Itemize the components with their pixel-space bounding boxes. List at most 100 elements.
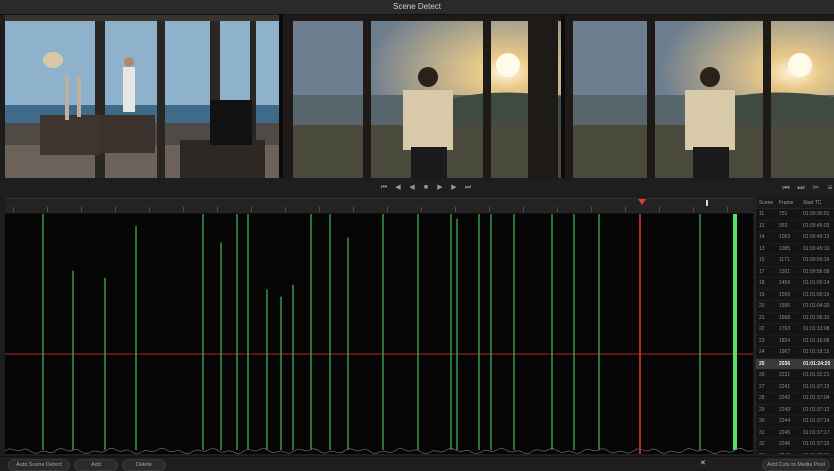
scene-row[interactable]: 20 1556 01:01:04:20 [756, 301, 834, 313]
scene-frame: 953 [779, 222, 788, 229]
play-icon[interactable]: ▶ [434, 182, 446, 194]
scene-number: 19 [759, 291, 765, 298]
scene-frame: 1556 [779, 303, 791, 309]
scene-row[interactable]: 31 2245 01:01:37:17 [756, 428, 834, 439]
scene-start-tc: 01:01:37:14 [803, 418, 830, 424]
scene-row[interactable]: 23 1824 01:01:16:08 [756, 336, 834, 347]
scene-row[interactable]: 13 1085 01:00:45:10 [756, 244, 834, 255]
scene-row[interactable]: 22 1763 01:01:13:08 [756, 324, 834, 336]
ruler-tick [13, 207, 14, 212]
scene-number: 28 [759, 395, 765, 401]
scene-row[interactable]: 27 2241 01:01:37:13 [756, 382, 834, 393]
add-cuts-to-media-pool-button[interactable]: Add Cuts to Media Pool [762, 459, 830, 471]
scene-frame: 1556 [779, 291, 791, 298]
ruler-tick [421, 207, 422, 212]
scene-frame: 751 [779, 211, 788, 217]
viewer [5, 15, 834, 178]
scene-number: 26 [759, 372, 765, 378]
scene-row[interactable]: 25 2036 01:01:24:20 [756, 358, 834, 370]
ruler-tick [285, 207, 286, 212]
scene-row[interactable]: 32 2246 01:01:37:15 [756, 439, 834, 451]
scene-row[interactable]: 19 1556 01:01:00:16 [756, 290, 834, 301]
scene-row[interactable]: 14 1063 01:00:49:13 [756, 232, 834, 244]
ruler-tick [115, 207, 116, 212]
scene-frame: 2246 [779, 441, 791, 447]
scene-start-tc: 01:01:37:04 [803, 395, 830, 401]
scene-row[interactable]: 18 1459 01:01:00:14 [756, 278, 834, 290]
step-forward-icon[interactable]: ▶ [448, 182, 460, 194]
ruler-tick [455, 207, 456, 212]
scene-start-tc: 01:01:24:20 [803, 360, 831, 367]
timeline-ruler[interactable] [5, 198, 753, 214]
next-cut-icon[interactable]: ⏭ [795, 182, 807, 194]
auto-scene-detect-button[interactable]: Auto Scene Detect [8, 459, 70, 471]
scene-start-tc: 01:01:04:20 [803, 303, 830, 309]
scene-detect-window: Scene Detect ⏮ ◀ ◀ ■ ▶ ▶ ⏭ ⏮ ⏭ ✂ ≡ Scene… [0, 0, 834, 471]
ruler-tick [489, 207, 490, 212]
scene-start-tc: 01:00:56:16 [803, 257, 830, 263]
go-to-end-icon[interactable]: ⏭ [462, 182, 474, 194]
ruler-tick [693, 207, 694, 212]
go-to-start-icon[interactable]: ⏮ [378, 182, 390, 194]
scene-frame: 2243 [779, 406, 791, 413]
ruler-tick [217, 207, 218, 212]
scene-start-tc: 01:01:00:14 [803, 280, 830, 286]
scene-frame: 1459 [779, 280, 791, 286]
scene-row[interactable]: 12 953 01:00:46:03 [756, 221, 834, 232]
ruler-tick [727, 207, 728, 212]
scene-start-tc: 01:01:06:10 [803, 314, 830, 321]
menu-icon[interactable]: ≡ [824, 182, 834, 194]
delete-button[interactable]: Delete [122, 459, 166, 471]
step-back-icon[interactable]: ◀ [392, 182, 404, 194]
scene-row[interactable]: 29 2243 01:01:37:12 [756, 405, 834, 416]
scene-row[interactable]: 11 751 01:00:30:01 [756, 209, 834, 221]
scene-row[interactable]: 21 1668 01:01:06:10 [756, 313, 834, 324]
ruler-tick [251, 207, 252, 212]
scene-detect-graph[interactable] [5, 214, 753, 454]
scene-row[interactable]: 26 2231 01:01:32:21 [756, 370, 834, 382]
scene-number: 12 [759, 222, 765, 229]
scene-row[interactable]: 30 2244 01:01:37:14 [756, 416, 834, 428]
ruler-tick [183, 207, 184, 212]
header-frame: Frame [779, 200, 794, 206]
range-marker[interactable] [706, 200, 708, 206]
ruler-tick [659, 207, 660, 212]
scene-row[interactable]: 24 1967 01:01:18:15 [756, 347, 834, 359]
scene-frame: 2244 [779, 418, 791, 424]
playhead-marker[interactable] [638, 199, 646, 205]
ruler-tick [319, 207, 320, 212]
bottom-bar: Auto Scene Detect Add Delete ✕ Add Cuts … [0, 456, 834, 471]
scene-number: 22 [759, 326, 765, 332]
scene-start-tc: 01:01:37:17 [803, 429, 830, 436]
scene-frame: 1668 [779, 314, 791, 321]
scene-row[interactable]: 28 2242 01:01:37:04 [756, 393, 834, 405]
add-button[interactable]: Add [74, 459, 118, 471]
ruler-tick [591, 207, 592, 212]
play-reverse-icon[interactable]: ◀ [406, 182, 418, 194]
scene-row[interactable]: 17 1301 01:00:56:08 [756, 267, 834, 278]
scene-number: 30 [759, 418, 765, 424]
ruler-tick [47, 207, 48, 212]
scene-number: 32 [759, 441, 765, 447]
scene-frame: 2241 [779, 383, 791, 390]
scene-frame: 1171 [779, 257, 790, 263]
scene-frame: 2247 [779, 451, 803, 455]
previous-cut-icon[interactable]: ⏮ [780, 182, 792, 194]
scene-number: 23 [759, 337, 765, 344]
ruler-tick [387, 207, 388, 212]
scene-list-rows: 11 751 01:00:30:01 12 953 01:00:46:03 14 1063 01… [756, 209, 834, 454]
scene-frame: 2036 [779, 360, 791, 367]
stop-icon[interactable]: ■ [420, 182, 432, 194]
scene-number: 25 [759, 360, 765, 367]
ruler-tick [149, 207, 150, 212]
close-icon[interactable]: ✕ [700, 459, 706, 467]
scene-start-tc: 01:01:18:15 [803, 349, 830, 355]
scissors-icon[interactable]: ✂ [810, 182, 822, 194]
header-scene: Scene [759, 200, 774, 206]
scene-number: 33 [756, 451, 779, 455]
scene-row[interactable]: 33224701:01:37:19 [756, 451, 834, 455]
scene-start-tc: 01:01:00:16 [803, 291, 830, 298]
scene-number: 14 [759, 234, 765, 240]
scene-number: 29 [759, 406, 765, 413]
scene-row[interactable]: 15 1171 01:00:56:16 [756, 255, 834, 267]
